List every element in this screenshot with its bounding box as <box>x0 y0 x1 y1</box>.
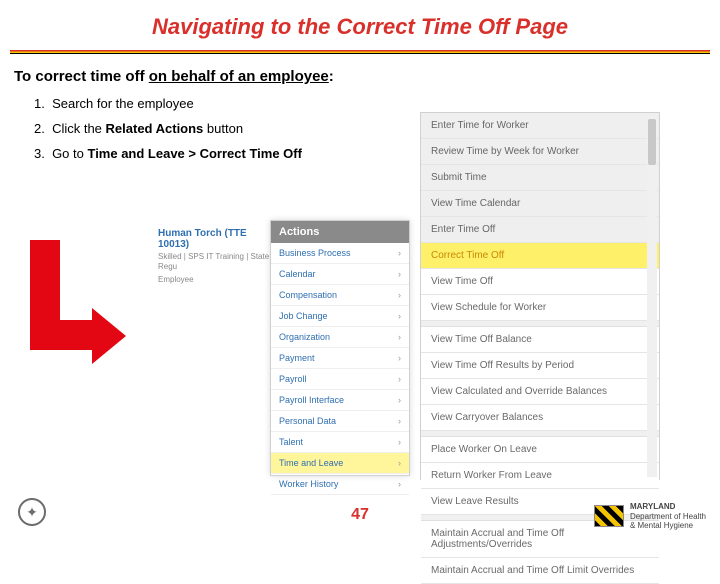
chevron-right-icon: › <box>398 395 401 405</box>
actions-item[interactable]: Payroll› <box>271 369 409 390</box>
intro-text: To correct time off on behalf of an empl… <box>0 64 720 93</box>
employee-card: Human Torch (TTE 10013) Skilled | SPS IT… <box>152 224 276 274</box>
submenu-item[interactable]: Return Worker From Leave <box>421 463 659 489</box>
actions-item[interactable]: Business Process› <box>271 243 409 264</box>
scrollbar-thumb[interactable] <box>648 119 656 165</box>
employee-meta2: Employee <box>158 275 270 285</box>
submenu-item[interactable]: Review Time by Week for Worker <box>421 139 659 165</box>
submenu-item[interactable]: View Carryover Balances <box>421 405 659 431</box>
submenu-item[interactable]: View Calculated and Override Balances <box>421 379 659 405</box>
intro-lead: To correct time off <box>14 68 149 85</box>
employee-name: Human Torch (TTE 10013) <box>158 228 270 250</box>
actions-item[interactable]: Organization› <box>271 327 409 348</box>
actions-item[interactable]: Job Change› <box>271 306 409 327</box>
chevron-right-icon: › <box>398 437 401 447</box>
actions-item[interactable]: Payroll Interface› <box>271 390 409 411</box>
seal-icon: ✦ <box>18 498 46 526</box>
submenu-item[interactable]: View Time Off Balance <box>421 327 659 353</box>
submenu-item[interactable]: Place Worker On Leave <box>421 437 659 463</box>
intro-underline: on behalf of an employee <box>149 68 329 85</box>
submenu-item[interactable]: Submit Time <box>421 165 659 191</box>
submenu: Enter Time for WorkerReview Time by Week… <box>420 112 660 480</box>
actions-item[interactable]: Time and Leave› <box>271 453 409 474</box>
submenu-item[interactable]: View Time Off Results by Period <box>421 353 659 379</box>
employee-meta1: Skilled | SPS IT Training | State Regu <box>158 252 270 273</box>
chevron-right-icon: › <box>398 416 401 426</box>
actions-item[interactable]: Payment› <box>271 348 409 369</box>
actions-item[interactable]: Calendar› <box>271 264 409 285</box>
footer-org2: Department of Health <box>630 512 706 521</box>
actions-item[interactable]: Personal Data› <box>271 411 409 432</box>
chevron-right-icon: › <box>398 353 401 363</box>
submenu-item[interactable]: Correct Time Off <box>421 243 659 269</box>
maryland-flag-icon <box>594 505 624 527</box>
scrollbar[interactable] <box>647 115 657 477</box>
footer-org3: & Mental Hygiene <box>630 521 706 530</box>
footer-logo: MARYLAND Department of Health & Mental H… <box>594 502 706 530</box>
red-arrow-icon <box>30 240 126 350</box>
chevron-right-icon: › <box>398 332 401 342</box>
actions-item[interactable]: Compensation› <box>271 285 409 306</box>
chevron-right-icon: › <box>398 269 401 279</box>
chevron-right-icon: › <box>398 374 401 384</box>
actions-item[interactable]: Worker History› <box>271 474 409 495</box>
submenu-item[interactable]: Maintain Accrual and Time Off Limit Over… <box>421 558 659 584</box>
chevron-right-icon: › <box>398 311 401 321</box>
chevron-right-icon: › <box>398 458 401 468</box>
chevron-right-icon: › <box>398 248 401 258</box>
submenu-item[interactable]: View Time Calendar <box>421 191 659 217</box>
submenu-item[interactable]: View Schedule for Worker <box>421 295 659 321</box>
intro-tail: : <box>329 68 334 85</box>
actions-item[interactable]: Talent› <box>271 432 409 453</box>
actions-header: Actions <box>271 221 409 243</box>
submenu-item[interactable]: Enter Time for Worker <box>421 113 659 139</box>
actions-menu: Actions Business Process›Calendar›Compen… <box>270 220 410 476</box>
divider <box>10 50 710 54</box>
submenu-item[interactable]: View Time Off <box>421 269 659 295</box>
chevron-right-icon: › <box>398 290 401 300</box>
footer-org1: MARYLAND <box>630 502 706 511</box>
slide-title: Navigating to the Correct Time Off Page <box>0 0 720 50</box>
submenu-item[interactable]: Enter Time Off <box>421 217 659 243</box>
chevron-right-icon: › <box>398 479 401 489</box>
